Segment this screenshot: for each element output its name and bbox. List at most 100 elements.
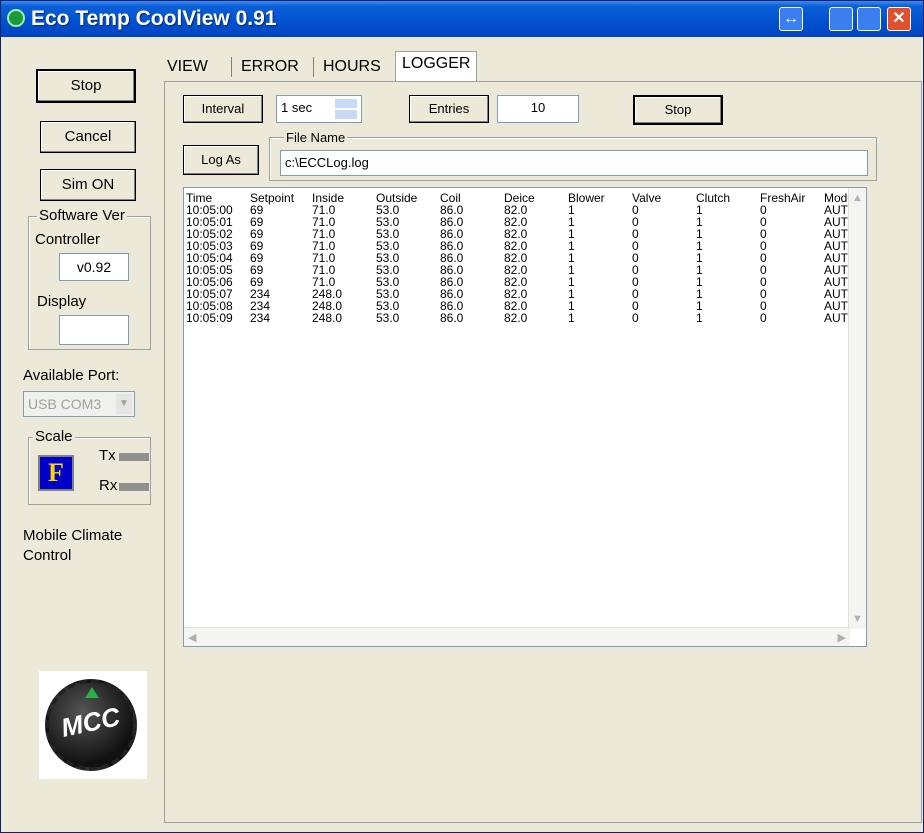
log-cell: 234 [250,311,271,325]
log-cell: 248.0 [312,311,343,325]
close-button[interactable]: ✕ [887,7,911,31]
log-cell: 82.0 [504,311,528,325]
log-cell: 1 [696,251,703,265]
log-cell: 1 [696,215,703,229]
log-cell: 1 [696,311,703,325]
log-list[interactable]: Time Setpoint Inside Outside Coil Deice … [183,187,867,647]
stop-button[interactable]: Stop [36,69,136,103]
logger-stop-button[interactable]: Stop [633,95,723,125]
company-line1: Mobile Climate [23,527,123,544]
arrow-up-icon [85,687,99,698]
fahrenheit-icon[interactable]: F [38,455,74,491]
log-cell: 1 [696,263,703,277]
tab-hours[interactable]: HOURS [317,55,387,81]
log-cell: 1 [696,203,703,217]
tab-logger[interactable]: LOGGER [395,51,478,81]
log-cell: 1 [696,227,703,241]
log-cell: 1 [568,203,575,217]
interval-value: 1 sec [281,100,313,115]
log-cell: 0 [632,275,639,289]
log-cell: 0 [632,299,639,313]
interval-label: Interval [183,95,263,123]
app-window: Eco Temp CoolView 0.91 ↔ ✕ Stop Cancel S… [0,0,924,833]
log-cell: 0 [760,239,767,253]
file-name-title: File Name [284,130,348,145]
log-cell: 1 [568,227,575,241]
scroll-right-icon[interactable]: ▶ [838,631,846,644]
log-cell: 0 [632,263,639,277]
chevron-down-icon[interactable]: ▼ [116,394,132,414]
log-cell: 0 [760,215,767,229]
controller-label: Controller [35,231,101,248]
log-cell: 0 [760,251,767,265]
scroll-down-icon[interactable]: ▼ [852,613,863,625]
tab-view[interactable]: VIEW [161,55,214,81]
log-cell: 0 [760,203,767,217]
spin-up-icon[interactable] [335,99,357,108]
log-cell: 0 [760,227,767,241]
log-cell: 0 [760,275,767,289]
log-cell: 1 [568,299,575,313]
scroll-up-icon[interactable]: ▲ [852,192,863,204]
app-icon [7,9,25,27]
log-cell: 1 [568,239,575,253]
log-cell: 1 [568,251,575,265]
log-table: Time Setpoint Inside Outside Coil Deice … [186,192,864,324]
scroll-left-icon[interactable]: ◀ [188,631,196,644]
vertical-scrollbar[interactable]: ▲ ▼ [848,188,866,629]
log-cell: 0 [632,239,639,253]
col-valve: Valve [632,191,662,205]
log-cell: 0 [632,215,639,229]
spin-down-icon[interactable] [335,110,357,119]
sim-on-button[interactable]: Sim ON [40,169,136,201]
mcc-logo: MCC [39,671,147,779]
software-version-group: Software Ver Controller v0.92 Display [28,207,151,350]
log-cell: 53.0 [376,311,400,325]
cancel-button[interactable]: Cancel [40,121,136,153]
interval-spinner[interactable]: 1 sec [276,95,362,123]
log-cell: 0 [632,287,639,301]
company-line2: Control [23,547,72,564]
col-freshair: FreshAir [760,191,806,205]
tx-label: Tx [99,447,116,464]
minimize-button[interactable] [829,7,853,31]
log-cell: 1 [568,263,575,277]
title-bar[interactable]: Eco Temp CoolView 0.91 ↔ ✕ [1,1,923,37]
controller-version-field: v0.92 [59,253,129,281]
file-name-field[interactable]: c:\ECCLog.log [280,150,868,176]
display-version-field [59,315,129,345]
log-cell: 1 [696,239,703,253]
display-label: Display [37,293,87,310]
log-cell: 1 [696,275,703,289]
log-cell: 0 [632,227,639,241]
window-title: Eco Temp CoolView 0.91 [31,7,277,30]
maximize-button[interactable] [857,7,881,31]
log-cell: 1 [568,287,575,301]
resize-arrows-icon[interactable]: ↔ [779,7,803,31]
log-cell: 0 [632,203,639,217]
log-as-button[interactable]: Log As [183,145,259,175]
rx-label: Rx [99,477,118,494]
log-cell: 0 [760,263,767,277]
scale-title: Scale [33,428,75,445]
log-body: 10:05:00 69 71.0 53.0 86.0 82.0 1 0 1 0 AUTO 10:05:… [186,204,864,324]
log-row[interactable]: 10:05:09 234 248.0 53.0 86.0 82.0 1 0 1 0 AUTO [186,312,864,324]
tab-error[interactable]: ERROR [235,55,305,81]
log-cell: 0 [760,311,767,325]
log-cell: 10:05:09 [186,311,233,325]
log-cell: 1 [568,275,575,289]
file-name-group: File Name c:\ECCLog.log [269,130,877,181]
available-port-label: Available Port: [23,367,120,384]
port-value: USB COM3 [28,396,102,412]
log-cell: 0 [760,299,767,313]
log-cell: 1 [568,311,575,325]
log-cell: 0 [760,287,767,301]
horizontal-scrollbar[interactable]: ◀ ▶ [184,627,850,646]
log-cell: 1 [568,215,575,229]
tx-indicator [119,453,149,461]
entries-field[interactable]: 10 [497,95,579,123]
col-clutch: Clutch [696,191,731,205]
log-cell: 1 [696,287,703,301]
port-select[interactable]: USB COM3 ▼ [23,391,135,417]
rx-indicator [119,483,149,491]
